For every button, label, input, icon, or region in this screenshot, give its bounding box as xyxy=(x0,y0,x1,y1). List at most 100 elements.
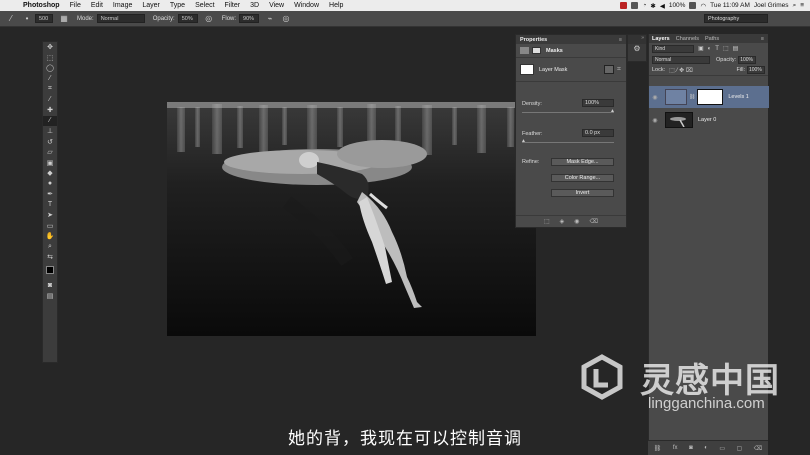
wifi-icon[interactable]: ◠ xyxy=(700,2,706,10)
visibility-icon[interactable]: ◉ xyxy=(574,218,579,225)
mask-edge-button[interactable]: Mask Edge... xyxy=(551,158,614,166)
filter-type-icon[interactable]: T xyxy=(715,46,719,52)
pressure-opacity-icon[interactable]: ◎ xyxy=(204,14,214,24)
hand-tool-icon[interactable]: ✋ xyxy=(43,231,57,242)
workspace-select[interactable]: Photography xyxy=(704,14,768,23)
invert-button[interactable]: Invert xyxy=(551,189,614,197)
histogram-icon[interactable]: ⚙ xyxy=(628,44,646,53)
brush-tool-icon[interactable]: ⁄ xyxy=(6,14,16,24)
airbrush-icon[interactable]: ⌁ xyxy=(265,14,275,24)
healing-tool-icon[interactable]: ✚ xyxy=(43,105,57,116)
layer-name[interactable]: Levels 1 xyxy=(728,94,749,100)
clone-stamp-tool-icon[interactable]: ⊥ xyxy=(43,126,57,137)
color-swatches[interactable] xyxy=(43,263,58,281)
mask-link-icon[interactable]: ⛓ xyxy=(689,94,695,100)
filter-shape-icon[interactable]: ⬚ xyxy=(723,45,729,52)
layer-visibility-icon[interactable]: ◉ xyxy=(649,117,661,124)
type-tool-icon[interactable]: T xyxy=(43,200,57,211)
filter-pixel-icon[interactable]: ▣ xyxy=(698,45,704,52)
filter-smart-icon[interactable]: ▤ xyxy=(733,45,739,52)
zoom-tool-icon[interactable]: ⌕ xyxy=(43,242,57,253)
layer-opacity-field[interactable]: 100% xyxy=(738,55,757,64)
menu-window[interactable]: Window xyxy=(289,2,324,9)
history-icon[interactable]: ◔ xyxy=(642,2,646,9)
density-slider[interactable] xyxy=(522,112,614,113)
brush-size-field[interactable]: 500 xyxy=(35,14,53,23)
feather-slider[interactable] xyxy=(522,142,614,143)
blend-mode-select[interactable]: Normal xyxy=(652,55,710,64)
tab-layers[interactable]: Layers xyxy=(649,36,673,42)
quick-select-tool-icon[interactable]: ⁄ xyxy=(43,74,57,85)
pixel-mask-icon[interactable] xyxy=(604,65,615,74)
brush-tool-icon[interactable]: ⁄ xyxy=(43,115,57,126)
move-tool-icon[interactable]: ✥ xyxy=(43,42,57,53)
dock-collapse-icon[interactable]: » xyxy=(628,35,646,44)
menu-file[interactable]: File xyxy=(65,2,86,9)
apply-mask-icon[interactable]: ◈ xyxy=(560,218,565,225)
density-field[interactable]: 100% xyxy=(582,99,614,107)
menu-image[interactable]: Image xyxy=(108,2,137,9)
menu-layer[interactable]: Layer xyxy=(137,2,165,9)
feather-slider-thumb[interactable]: ▲ xyxy=(521,138,526,144)
battery-icon[interactable] xyxy=(689,2,697,9)
menu-help[interactable]: Help xyxy=(324,2,348,9)
volume-icon[interactable]: ◀ xyxy=(660,2,665,10)
gradient-tool-icon[interactable]: ▣ xyxy=(43,158,57,169)
brush-preset-icon[interactable]: • xyxy=(22,14,32,24)
mode-select[interactable]: Normal xyxy=(96,14,145,23)
dodge-tool-icon[interactable]: ● xyxy=(43,179,57,190)
vector-mask-icon[interactable]: ⌗ xyxy=(617,66,621,74)
opacity-field[interactable]: 50% xyxy=(177,14,198,23)
layer-name[interactable]: Layer 0 xyxy=(698,117,716,123)
density-slider-thumb[interactable]: ▲ xyxy=(610,108,615,114)
menu-type[interactable]: Type xyxy=(165,2,190,9)
marquee-tool-icon[interactable]: ⬚ xyxy=(43,53,57,64)
menu-filter[interactable]: Filter xyxy=(220,2,246,9)
layer-mask-thumbnail[interactable] xyxy=(697,89,724,105)
shape-tool-icon[interactable]: ▭ xyxy=(43,221,57,232)
lasso-tool-icon[interactable]: ◯ xyxy=(43,63,57,74)
menu-3d[interactable]: 3D xyxy=(245,2,264,9)
fill-field[interactable]: 100% xyxy=(747,66,765,74)
pen-tool-icon[interactable]: ✒ xyxy=(43,189,57,200)
app-status-icon[interactable] xyxy=(631,2,639,9)
adjustment-icon[interactable] xyxy=(520,47,529,54)
pressure-size-icon[interactable]: ◎ xyxy=(281,14,291,24)
swap-colors-icon[interactable]: ⇆ xyxy=(43,252,57,263)
menu-select[interactable]: Select xyxy=(190,2,219,9)
layer-visibility-icon[interactable]: ◉ xyxy=(649,94,661,101)
menu-app-name[interactable]: Photoshop xyxy=(18,2,65,9)
document-canvas[interactable] xyxy=(167,102,536,336)
clock[interactable]: Tue 11:09 AM xyxy=(710,2,750,9)
lock-pixels-icon[interactable]: ⬚ ⁄ ✥ ⌧ xyxy=(669,67,693,74)
blur-tool-icon[interactable]: ◆ xyxy=(43,168,57,179)
tab-properties[interactable]: Properties xyxy=(520,37,547,43)
path-select-tool-icon[interactable]: ➤ xyxy=(43,210,57,221)
menu-view[interactable]: View xyxy=(264,2,289,9)
flow-field[interactable]: 90% xyxy=(239,14,260,23)
list-icon[interactable]: ≡ xyxy=(800,2,804,9)
eyedropper-tool-icon[interactable]: ⁄ xyxy=(43,95,57,106)
tab-paths[interactable]: Paths xyxy=(702,36,722,42)
foreground-color-icon[interactable] xyxy=(46,265,54,274)
crop-tool-icon[interactable]: ⌗ xyxy=(43,84,57,95)
load-selection-icon[interactable]: ⬚ xyxy=(544,218,550,225)
layer-mask-thumbnail[interactable] xyxy=(520,64,534,75)
quick-mask-icon[interactable]: ◙ xyxy=(43,281,57,292)
layer-row-layer0[interactable]: ◉ Layer 0 xyxy=(649,109,769,131)
tab-channels[interactable]: Channels xyxy=(673,36,702,42)
feather-field[interactable]: 0.0 px xyxy=(582,129,614,137)
mask-icon[interactable] xyxy=(532,47,541,54)
recording-icon[interactable] xyxy=(620,2,628,9)
brush-panel-icon[interactable]: ▦ xyxy=(59,14,69,24)
filter-kind-select[interactable]: Kind xyxy=(652,44,694,53)
panel-menu-icon[interactable]: ≡ xyxy=(619,37,626,43)
search-icon[interactable]: ⌕ xyxy=(793,2,797,10)
layers-menu-icon[interactable]: ≡ xyxy=(758,36,768,42)
delete-mask-icon[interactable]: ⌫ xyxy=(590,218,598,225)
menu-edit[interactable]: Edit xyxy=(86,2,108,9)
bluetooth-icon[interactable]: ✱ xyxy=(650,2,655,10)
history-brush-tool-icon[interactable]: ↺ xyxy=(43,137,57,148)
eraser-tool-icon[interactable]: ▱ xyxy=(43,147,57,158)
layer-row-levels[interactable]: ◉ ⛓ Levels 1 xyxy=(649,86,769,108)
